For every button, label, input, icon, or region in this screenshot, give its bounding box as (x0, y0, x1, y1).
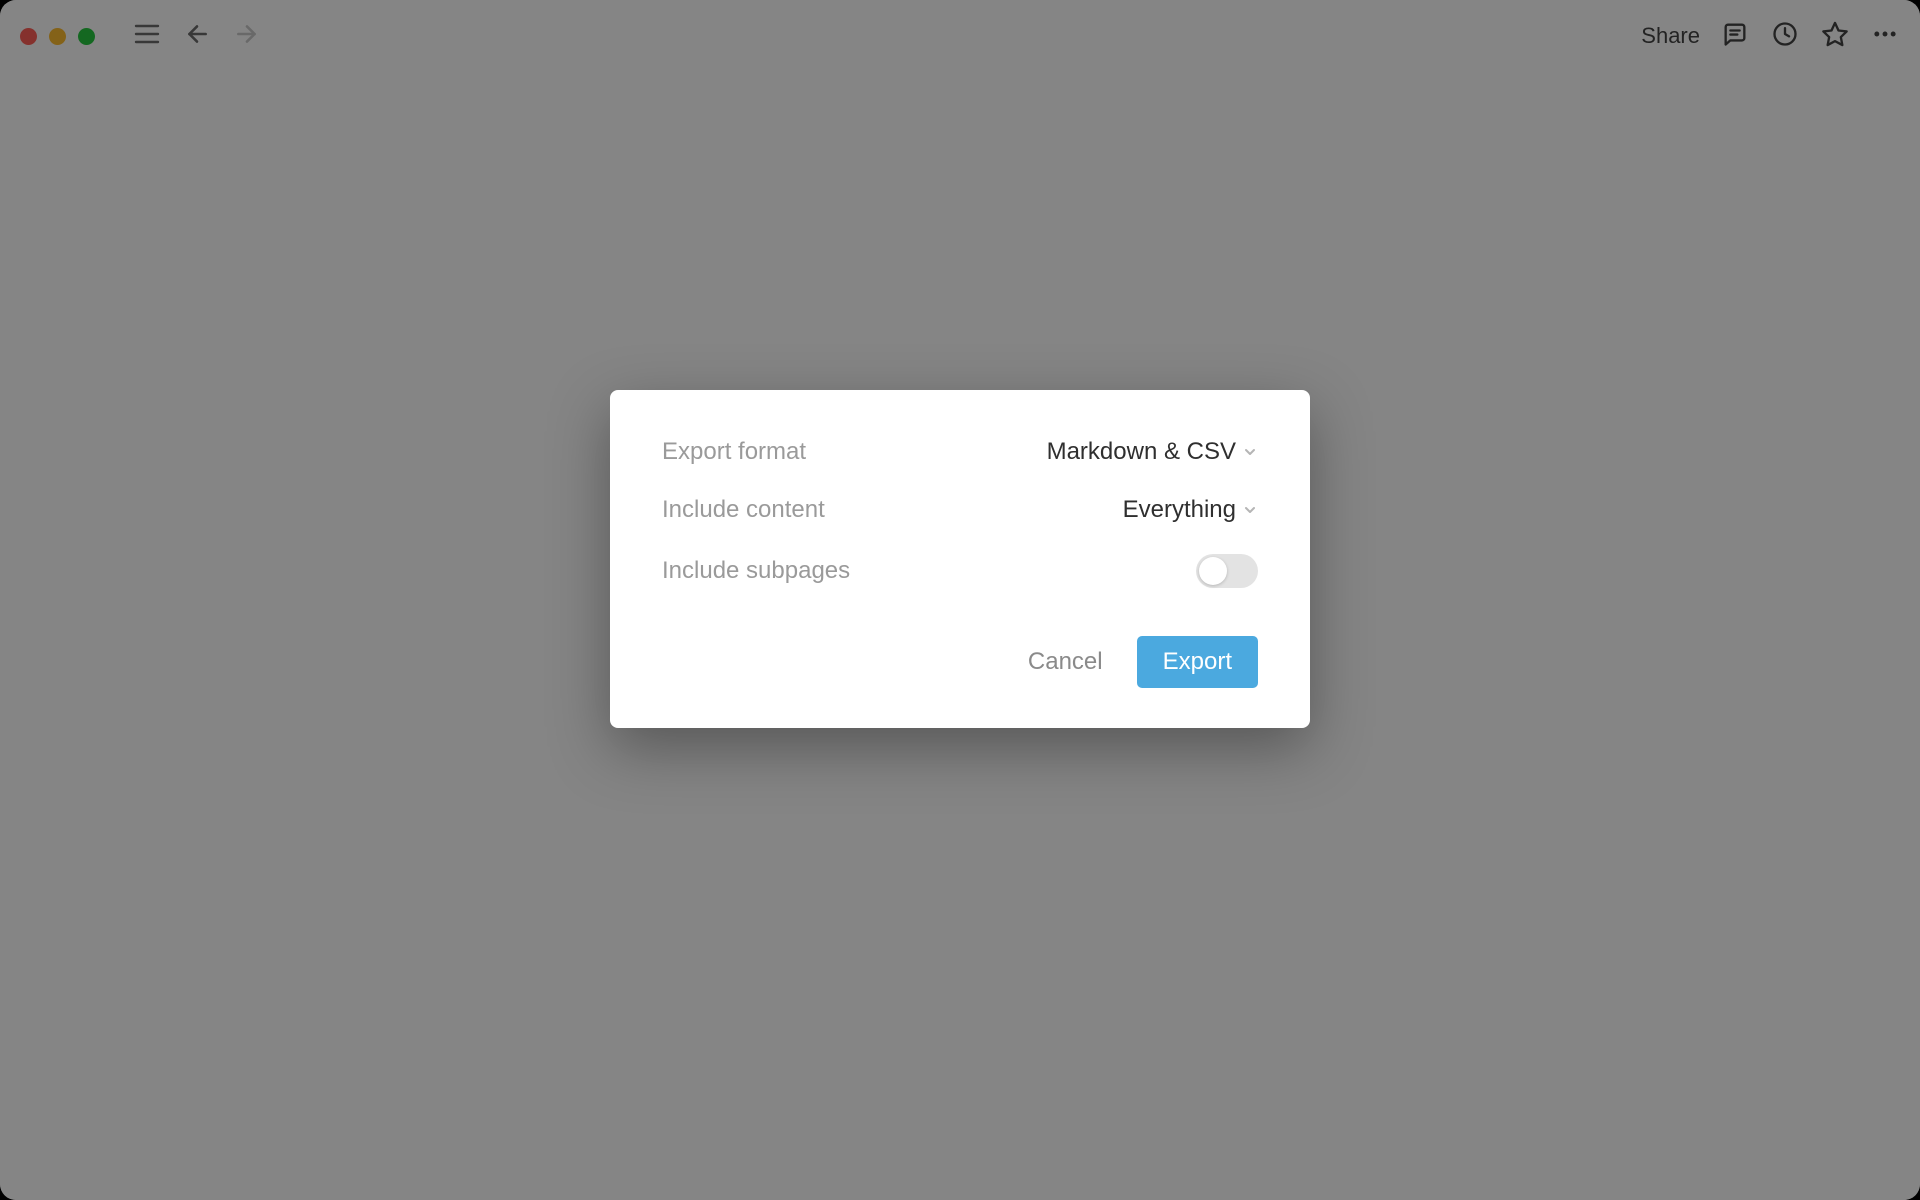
export-format-select[interactable]: Markdown & CSV (1047, 438, 1258, 466)
include-subpages-toggle[interactable] (1196, 554, 1258, 588)
chevron-down-icon (1242, 502, 1258, 518)
app-window: Share (0, 0, 1920, 1200)
export-dialog: Export format Markdown & CSV Include con… (610, 390, 1310, 728)
cancel-button[interactable]: Cancel (1022, 638, 1109, 686)
include-content-select[interactable]: Everything (1123, 496, 1258, 524)
toggle-knob (1199, 557, 1227, 585)
export-format-row: Export format Markdown & CSV (662, 438, 1258, 466)
export-format-value: Markdown & CSV (1047, 438, 1236, 466)
export-button[interactable]: Export (1137, 636, 1258, 688)
include-subpages-row: Include subpages (662, 554, 1258, 588)
export-format-label: Export format (662, 438, 806, 466)
modal-overlay[interactable]: Export format Markdown & CSV Include con… (0, 0, 1920, 1200)
include-content-label: Include content (662, 496, 825, 524)
include-content-row: Include content Everything (662, 496, 1258, 524)
include-content-value: Everything (1123, 496, 1236, 524)
include-subpages-label: Include subpages (662, 557, 850, 585)
chevron-down-icon (1242, 444, 1258, 460)
dialog-actions: Cancel Export (662, 636, 1258, 688)
